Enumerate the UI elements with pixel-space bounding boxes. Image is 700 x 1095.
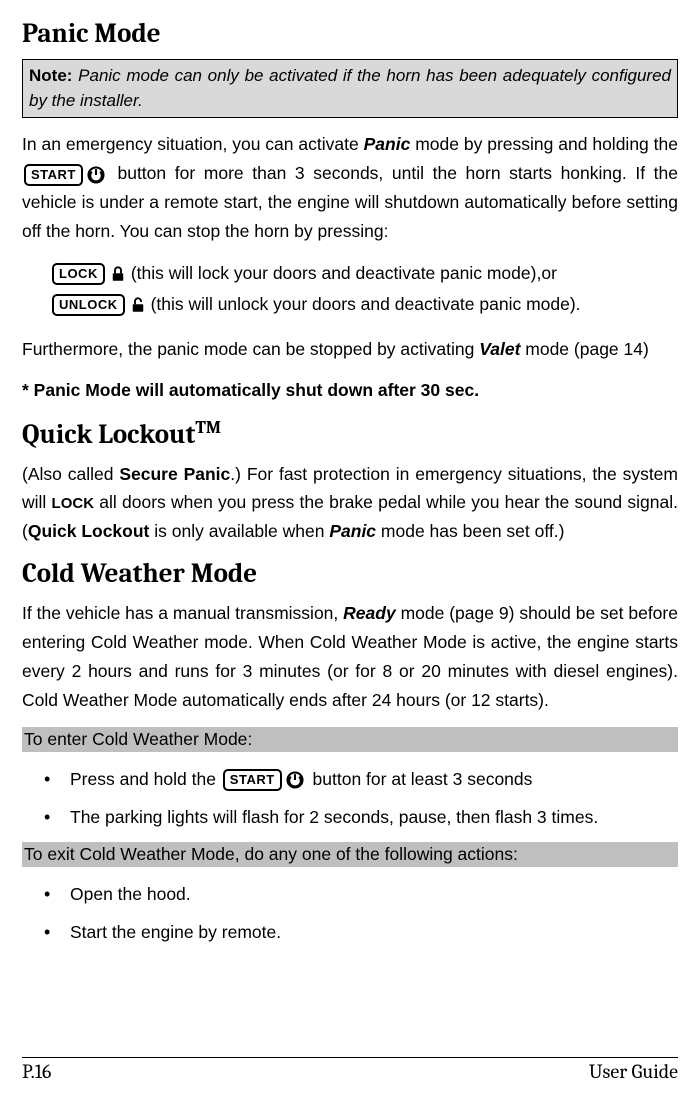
heading-quick-lockout: Quick LockoutTM — [22, 417, 678, 450]
start-button-icon: START — [223, 769, 282, 791]
page-number: P.16 — [22, 1060, 51, 1083]
quick-lockout-word: Quick Lockout — [28, 521, 150, 541]
text: mode has been set off.) — [376, 521, 564, 541]
start-button-icon: START — [24, 164, 83, 186]
padlock-locked-icon — [107, 263, 129, 285]
lock-row: LOCK (this will lock your doors and deac… — [50, 258, 678, 290]
power-icon — [85, 164, 107, 186]
panic-paragraph-2: Furthermore, the panic mode can be stopp… — [22, 335, 678, 364]
text: is only available when — [149, 521, 329, 541]
text: (this will lock your doors and deactivat… — [131, 258, 537, 290]
note-box: Note: Panic mode can only be activated i… — [22, 59, 678, 118]
note-body: Panic mode can only be activated if the … — [29, 66, 671, 110]
text: If the vehicle has a manual transmission… — [22, 603, 343, 623]
text: mode (page 14) — [520, 339, 648, 359]
ready-word: Ready — [343, 603, 396, 623]
list-item: The parking lights will flash for 2 seco… — [70, 798, 678, 836]
padlock-unlocked-icon — [127, 294, 149, 316]
text: (this will unlock your doors and deactiv… — [151, 289, 581, 321]
heading-panic-mode: Panic Mode — [22, 18, 678, 49]
note-label: Note: — [29, 66, 72, 85]
panic-word: Panic — [364, 134, 411, 154]
text: In an emergency situation, you can activ… — [22, 134, 364, 154]
power-icon — [284, 769, 306, 791]
quick-lockout-paragraph: (Also called Secure Panic.) For fast pro… — [22, 460, 678, 547]
text: Press and hold the — [70, 769, 221, 789]
secure-panic-word: Secure Panic — [119, 464, 230, 484]
page-footer: P.16 User Guide — [22, 1057, 678, 1083]
text: button for at least 3 seconds — [308, 769, 533, 789]
unlock-row: UNLOCK (this will unlock your doors and … — [50, 289, 678, 321]
unlock-button-icon: UNLOCK — [52, 294, 125, 316]
text: button for more than 3 seconds, until th… — [22, 163, 678, 241]
text: Furthermore, the panic mode can be stopp… — [22, 339, 479, 359]
subhead-enter-cold-weather: To enter Cold Weather Mode: — [22, 727, 678, 752]
lock-smallcaps: LOCK — [52, 495, 95, 512]
lock-button-icon: LOCK — [52, 263, 105, 285]
list-item: Press and hold the START button for at l… — [70, 760, 678, 798]
valet-word: Valet — [479, 339, 520, 359]
text: (Also called — [22, 464, 119, 484]
list-item: Open the hood. — [70, 875, 678, 913]
enter-list: Press and hold the START button for at l… — [22, 760, 678, 836]
panic-word: Panic — [329, 521, 376, 541]
text: mode by pressing and holding the — [410, 134, 678, 154]
tm-mark: TM — [195, 417, 221, 438]
list-item: Start the engine by remote. — [70, 913, 678, 951]
exit-list: Open the hood. Start the engine by remot… — [22, 875, 678, 951]
panic-paragraph-1: In an emergency situation, you can activ… — [22, 130, 678, 246]
text: or — [541, 258, 557, 290]
lock-unlock-list: LOCK (this will lock your doors and deac… — [22, 258, 678, 321]
panic-auto-shutdown-note: * Panic Mode will automatically shut dow… — [22, 376, 678, 405]
cold-weather-paragraph: If the vehicle has a manual transmission… — [22, 599, 678, 715]
text: Quick Lockout — [22, 419, 195, 450]
subhead-exit-cold-weather: To exit Cold Weather Mode, do any one of… — [22, 842, 678, 867]
heading-cold-weather: Cold Weather Mode — [22, 558, 678, 589]
doc-title: User Guide — [589, 1060, 678, 1083]
